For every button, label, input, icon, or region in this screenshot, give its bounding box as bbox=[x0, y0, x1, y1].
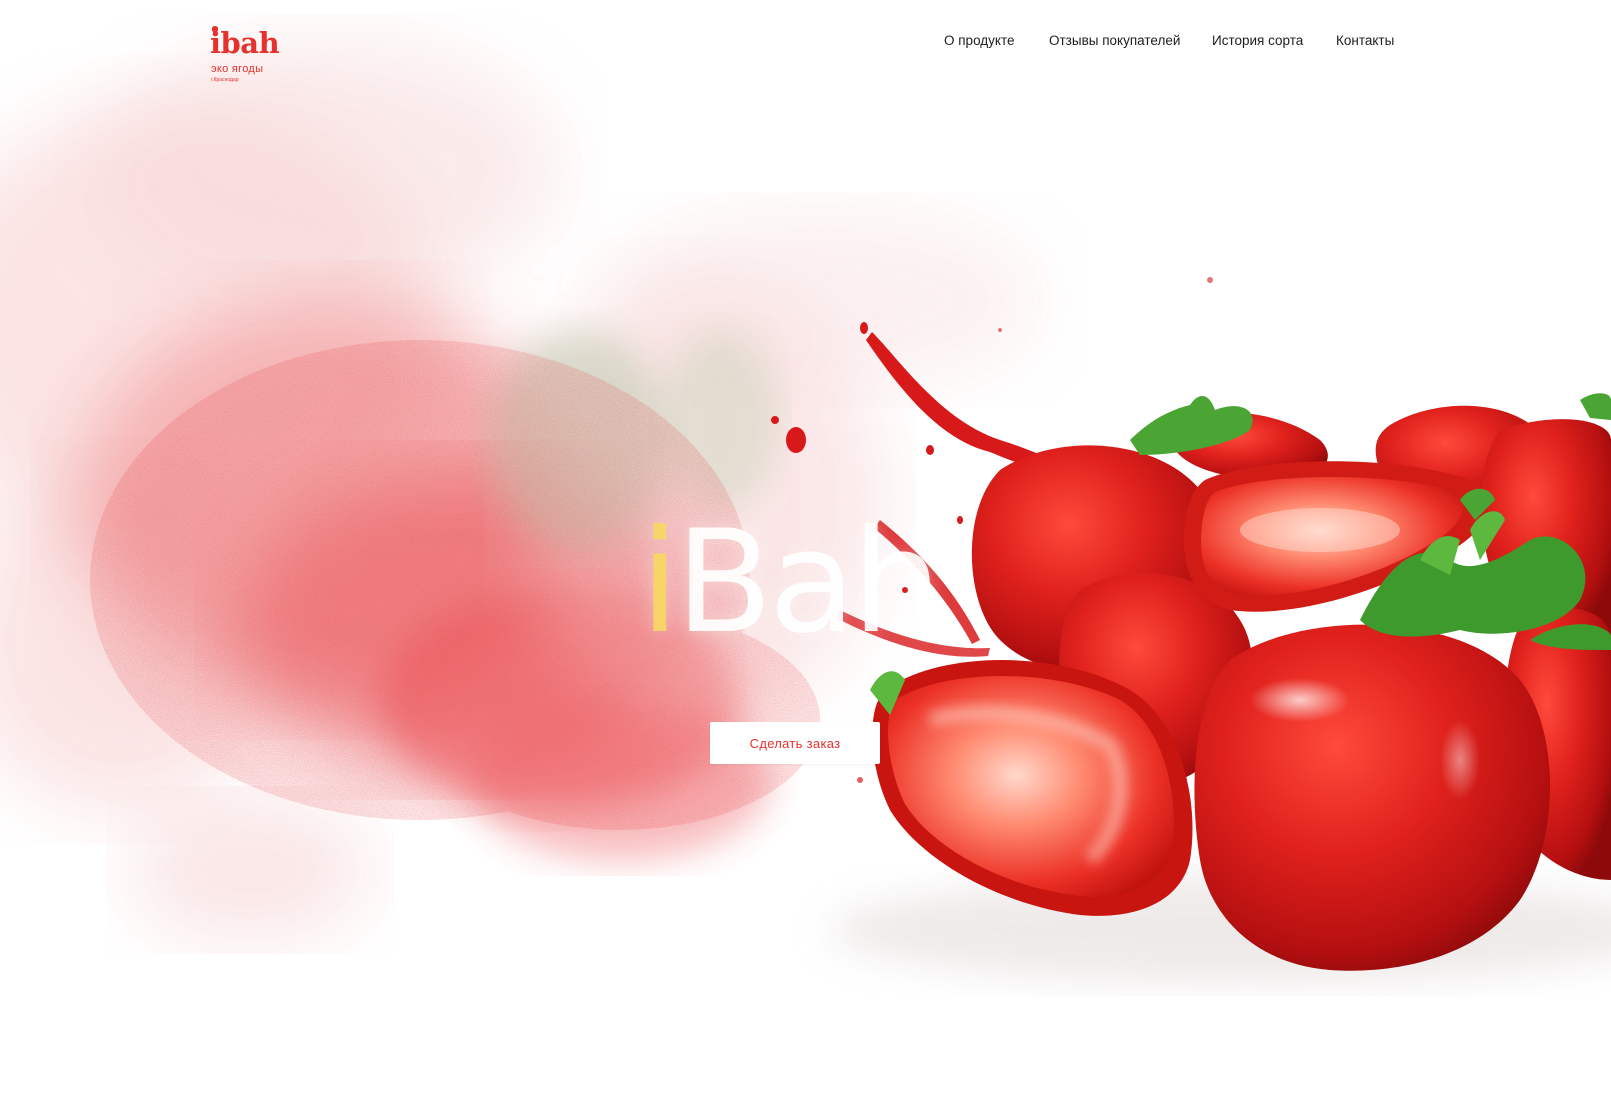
nav-item-reviews[interactable]: Отзывы покупателей bbox=[1049, 31, 1180, 51]
hero-title-first-letter: i bbox=[640, 500, 680, 665]
landing-page: ibah эко ягоды г.Краснодар О продукте От… bbox=[0, 0, 1611, 1118]
logo-city: г.Краснодар bbox=[211, 77, 239, 83]
nav-item-about-product[interactable]: О продукте bbox=[944, 31, 1015, 51]
main-nav: О продукте Отзывы покупателей История со… bbox=[0, 31, 1611, 51]
order-button[interactable]: Сделать заказ bbox=[710, 722, 880, 764]
logo-tagline: эко ягоды bbox=[211, 63, 264, 75]
nav-item-contacts[interactable]: Контакты bbox=[1336, 31, 1394, 51]
hero-title: iBah bbox=[640, 508, 970, 658]
nav-item-variety-history[interactable]: История сорта bbox=[1212, 31, 1303, 51]
hero-title-rest: Bah bbox=[675, 500, 941, 665]
